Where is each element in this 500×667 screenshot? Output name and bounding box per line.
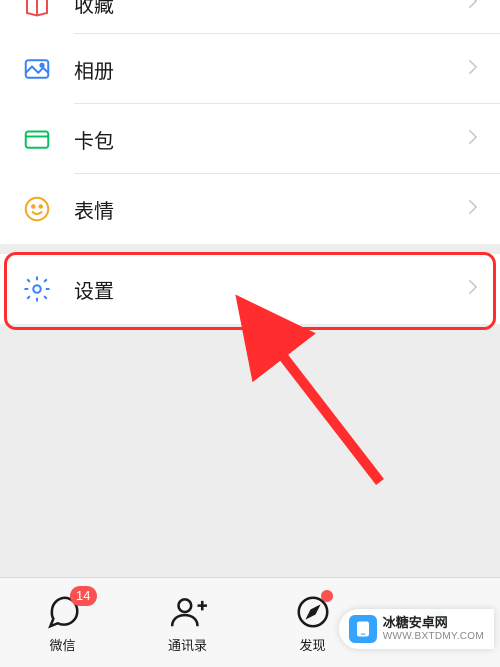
chats-icon: 14 <box>43 592 83 632</box>
menu-label-cards: 卡包 <box>74 125 466 154</box>
menu-item-favorites[interactable]: 收藏 <box>0 0 500 34</box>
section-gap <box>0 244 500 254</box>
discover-icon <box>293 592 333 632</box>
badge-dot <box>321 590 333 602</box>
menu-item-album[interactable]: 相册 <box>0 34 500 104</box>
contacts-icon <box>168 592 208 632</box>
tab-chats[interactable]: 14 微信 <box>0 578 125 667</box>
tab-label-chats: 微信 <box>49 635 75 654</box>
menu-label-favorites: 收藏 <box>74 0 466 18</box>
watermark-url: WWW.BXTDMY.COM <box>383 631 484 642</box>
watermark-title: 冰糖安卓网 <box>383 616 484 630</box>
album-icon <box>20 52 54 86</box>
menu-group-2: 设置 <box>0 254 500 324</box>
tab-label-discover: 发现 <box>299 635 325 654</box>
menu-label-stickers: 表情 <box>74 195 466 224</box>
chevron-right-icon <box>466 0 480 13</box>
chevron-right-icon <box>466 130 480 149</box>
favorites-icon <box>20 0 54 20</box>
tab-contacts[interactable]: 通讯录 <box>125 578 250 667</box>
watermark: 冰糖安卓网 WWW.BXTDMY.COM <box>339 609 494 649</box>
badge-count: 14 <box>70 586 96 606</box>
settings-icon <box>20 272 54 306</box>
tab-label-contacts: 通讯录 <box>168 635 207 654</box>
menu-label-album: 相册 <box>74 55 466 84</box>
stickers-icon <box>20 192 54 226</box>
chevron-right-icon <box>466 60 480 79</box>
menu-item-stickers[interactable]: 表情 <box>0 174 500 244</box>
chevron-right-icon <box>466 280 480 299</box>
menu-item-settings[interactable]: 设置 <box>0 254 500 324</box>
chevron-right-icon <box>466 200 480 219</box>
cards-icon <box>20 122 54 156</box>
menu-item-cards[interactable]: 卡包 <box>0 104 500 174</box>
menu-group-1: 收藏 相册 卡包 表情 <box>0 0 500 244</box>
menu-label-settings: 设置 <box>74 275 466 304</box>
watermark-logo-icon <box>349 615 377 643</box>
